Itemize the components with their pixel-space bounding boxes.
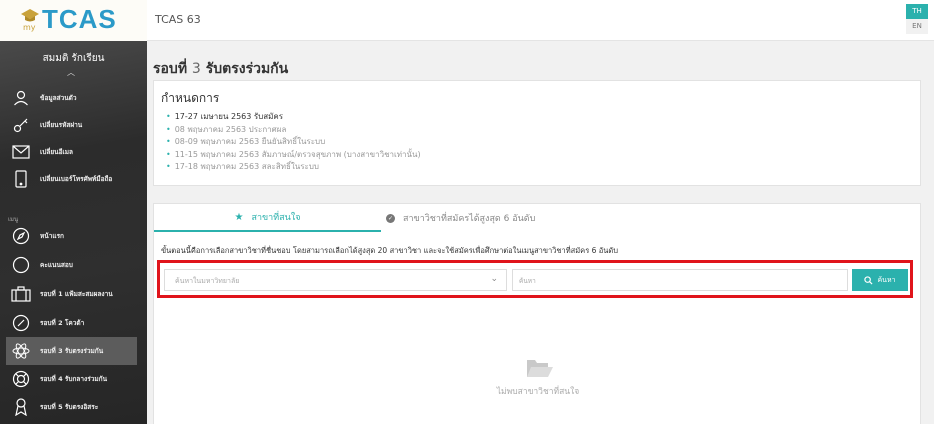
mail-icon [10,141,32,163]
user-icon [10,87,32,109]
sidebar-item-change-email[interactable]: เปลี่ยนอีเมล [0,138,147,166]
star-icon: ★ [234,211,244,223]
schedule-item: 17-27 เมษายน 2563 รับสมัคร [166,111,421,124]
sidebar-item-label: ข้อมูลส่วนตัว [40,94,77,102]
sidebar-item-label: เปลี่ยนอีเมล [40,148,73,156]
portfolio-icon [10,283,32,305]
schedule-list: 17-27 เมษายน 2563 รับสมัคร 08 พฤษภาคม 25… [166,111,421,174]
compass-icon [10,225,32,247]
sidebar: สมมติ รักเรียน ︿ ข้อมูลส่วนตัว เปลี่ยนรห… [0,41,147,424]
lang-en-button[interactable]: EN [906,19,928,34]
sidebar-item-label: รอบที่ 4 รับกลางร่วมกัน [40,375,108,383]
folder-open-icon [527,360,553,377]
sidebar-item-label: เปลี่ยนเบอร์โทรศัพท์มือถือ [40,175,113,183]
header-title: TCAS 63 [155,13,201,26]
schedule-item: 08-09 พฤษภาคม 2563 ยืนยันสิทธิ์ในระบบ [166,136,421,149]
sidebar-item-label: รอบที่ 1 แฟ้มสะสมผลงาน [40,290,113,298]
sidebar-item-home[interactable]: หน้าแรก [0,222,147,250]
sidebar-item-change-password[interactable]: เปลี่ยนรหัสผ่าน [0,111,147,139]
search-button-label: ค้นหา [877,275,896,284]
circle-icon [10,254,32,276]
key-icon [10,114,32,136]
lang-th-button[interactable]: TH [906,4,928,19]
sidebar-item-label: คะแนนสอบ [40,261,73,269]
tab-applied[interactable]: ✓ สาขาวิชาที่สมัครได้สูงสุด 6 อันดับ [386,204,586,232]
chevron-down-icon: ⌄ [490,274,498,284]
sidebar-item-scores[interactable]: คะแนนสอบ [0,251,147,279]
quota-icon [10,312,32,334]
university-select-placeholder: ค้นหาในมหาวิทยาลัย [175,277,240,285]
logo-prefix: my [23,23,36,32]
title-suffix: รับตรงร่วมกัน [205,61,289,77]
top-bar: my TCAS TCAS 63 TH EN [0,0,934,41]
search-button[interactable]: ค้นหา [852,269,908,291]
empty-state-text: ไม่พบสาขาวิชาที่สนใจ [496,387,580,397]
logo-text: TCAS [42,4,117,34]
keyword-search-input[interactable]: ค้นหา [512,269,848,291]
chevron-up-icon[interactable]: ︿ [67,67,75,78]
language-switcher: TH EN [906,4,928,34]
logo[interactable]: my TCAS [0,0,147,41]
tab-interested[interactable]: ★ สาขาที่สนใจ [154,204,381,232]
search-icon [864,275,873,285]
keyword-search-placeholder: ค้นหา [519,277,536,285]
lifebuoy-icon [10,368,32,390]
sidebar-item-label: รอบที่ 2 โควต้า [40,319,85,327]
schedule-item: 08 พฤษภาคม 2563 ประกาศผล [166,124,421,137]
sidebar-item-label: รอบที่ 5 รับตรงอิสระ [40,403,99,411]
title-number: 3 [191,61,201,77]
check-circle-icon: ✓ [386,213,395,223]
sidebar-item-round-4[interactable]: รอบที่ 4 รับกลางร่วมกัน [0,365,147,393]
tab-label: สาขาที่สนใจ [251,213,301,223]
sidebar-item-profile[interactable]: ข้อมูลส่วนตัว [0,84,147,112]
title-prefix: รอบที่ [153,61,188,77]
page-title: รอบที่ 3 รับตรงร่วมกัน [153,58,288,80]
tab-label: สาขาวิชาที่สมัครได้สูงสุด 6 อันดับ [403,214,536,224]
sidebar-item-round-5[interactable]: รอบที่ 5 รับตรงอิสระ [0,393,147,421]
medal-icon [10,396,32,418]
search-bar: ค้นหาในมหาวิทยาลัย ⌄ ค้นหา ค้นหา [157,260,913,298]
phone-icon [10,168,32,190]
sidebar-item-change-phone[interactable]: เปลี่ยนเบอร์โทรศัพท์มือถือ [0,165,147,193]
graduation-cap-icon: my [21,9,39,32]
schedule-heading: กำหนดการ [161,91,220,105]
sidebar-item-label: รอบที่ 3 รับตรงร่วมกัน [40,347,104,355]
instruction-text: ขั้นตอนนี้คือการเลือกสาขาวิชาที่ชื่นชอบ … [161,246,619,255]
sidebar-item-round-1[interactable]: รอบที่ 1 แฟ้มสะสมผลงาน [0,280,147,308]
university-select[interactable]: ค้นหาในมหาวิทยาลัย ⌄ [164,269,507,291]
schedule-item: 17-18 พฤษภาคม 2563 สละสิทธิ์ในระบบ [166,161,421,174]
sidebar-item-round-3[interactable]: รอบที่ 3 รับตรงร่วมกัน [6,337,137,365]
sidebar-item-label: หน้าแรก [40,232,64,240]
user-name[interactable]: สมมติ รักเรียน [0,51,147,66]
atom-icon [10,340,32,362]
schedule-item: 11-15 พฤษภาคม 2563 สัมภาษณ์/ตรวจสุขภาพ (… [166,149,421,162]
schedule-card: กำหนดการ 17-27 เมษายน 2563 รับสมัคร 08 พ… [153,80,921,186]
major-panel: ★ สาขาที่สนใจ ✓ สาขาวิชาที่สมัครได้สูงสุ… [153,203,921,424]
sidebar-item-round-2[interactable]: รอบที่ 2 โควต้า [0,309,147,337]
sidebar-item-label: เปลี่ยนรหัสผ่าน [40,121,83,129]
